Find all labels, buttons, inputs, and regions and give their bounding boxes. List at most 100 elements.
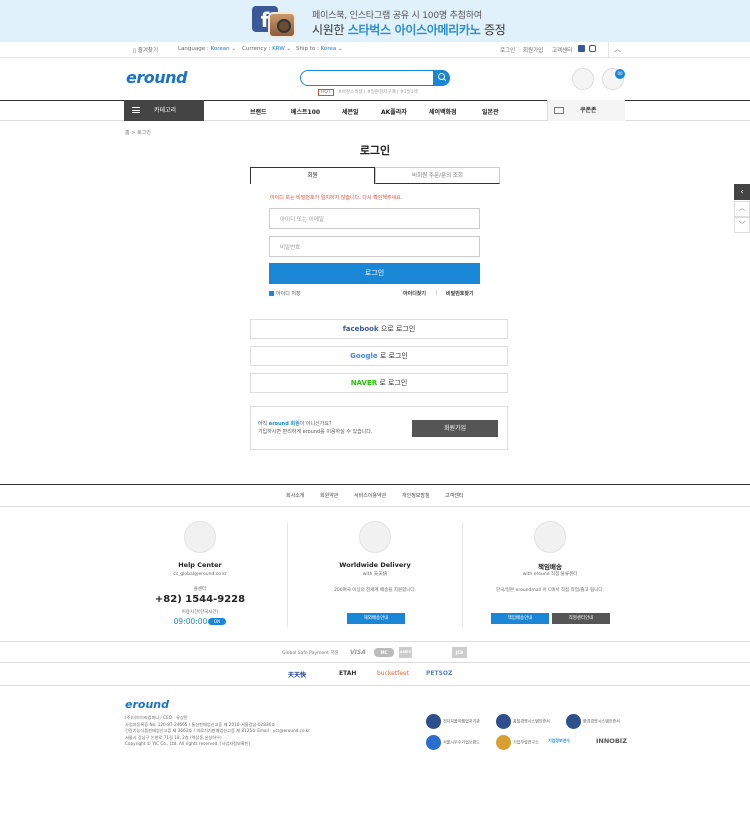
visa-logo: VISA <box>350 649 366 656</box>
join-text: 아직 eround 회원이 아니신가요? 가입하시면 편리하게 eround를 … <box>258 421 373 435</box>
footer-logo: eround <box>125 698 169 711</box>
cert-seal-icon <box>566 714 581 729</box>
search-tags: HOT #바캉스특템 | #일본현지구매 | #1일1책 <box>318 89 418 96</box>
cert-1: 전자지불이행업자기관 <box>426 714 480 729</box>
search-icon[interactable] <box>433 70 450 86</box>
cert-6: 기업정부연수 <box>548 738 571 743</box>
delivery-guide-button[interactable]: 책임배송안내 <box>491 613 549 624</box>
user-icon[interactable] <box>572 68 594 90</box>
partner-etah[interactable]: ETAH <box>339 670 356 677</box>
tag-2[interactable]: #일본현지구매 <box>367 90 396 95</box>
tag-1[interactable]: #바캉스특템 <box>338 90 362 95</box>
footer-link-terms[interactable]: 회원약관 <box>320 492 338 499</box>
login-link[interactable]: 로그인 <box>500 46 515 54</box>
help-clock: 09:00:00 <box>173 617 208 626</box>
join-button[interactable]: 회원가입 <box>412 420 498 437</box>
chevron-up-icon[interactable]: ︿ <box>608 42 626 58</box>
facebook-instagram-logo: f <box>252 6 300 38</box>
instagram-small-icon[interactable] <box>589 45 596 52</box>
instagram-icon <box>268 12 296 38</box>
nav-akplaza[interactable]: AK플라자 <box>381 107 407 116</box>
facebook-wordmark: facebook <box>342 325 379 333</box>
partner-tiantian[interactable]: 天天快 <box>288 670 306 679</box>
payment-label: Global Safe Payment 지원 <box>282 651 339 656</box>
main-nav <box>0 100 750 121</box>
cart-count-badge: 00 <box>615 69 625 79</box>
scroll-bottom-button[interactable]: ﹀ <box>734 217 750 233</box>
tab-guest[interactable]: 비회원 주문/문의 조회 <box>375 167 500 184</box>
tag-3[interactable]: #1일1책 <box>400 90 418 95</box>
tab-member[interactable]: 회원 <box>250 167 375 184</box>
mastercard-logo: MC <box>374 648 394 657</box>
coupon-icon <box>554 107 564 114</box>
login-button[interactable]: 로그인 <box>269 263 480 284</box>
cert-4: 서울시우수기업브랜드 <box>426 735 480 750</box>
status-badge: ON <box>208 618 226 625</box>
search-input[interactable] <box>300 70 450 86</box>
footer-link-company[interactable]: 회사소개 <box>286 492 304 499</box>
partner-petsoz[interactable]: PETSOZ <box>426 670 452 677</box>
error-message: 아이디 또는 비밀번호가 일치하지 않습니다. 다시 확인해주세요. <box>270 195 403 201</box>
bookmark-link[interactable]: ▯ 즐겨찾기 <box>133 46 158 54</box>
language-select[interactable]: Language : Korean ⌄ <box>178 46 236 52</box>
footer-link-service[interactable]: 서비스이용약관 <box>354 492 386 499</box>
find-id-link[interactable]: 아이디찾기 <box>403 290 426 297</box>
breadcrumb-home[interactable]: 홈 <box>125 130 130 136</box>
side-collapse-button[interactable]: ‹ <box>734 184 750 200</box>
nav-sei[interactable]: 세이백화점 <box>429 107 457 116</box>
nav-best100[interactable]: 베스트100 <box>291 107 320 116</box>
globe-icon <box>359 521 391 553</box>
help-center-title: Help Center <box>178 561 222 569</box>
site-logo[interactable]: eround <box>126 68 187 87</box>
worldwide-title: Worldwide Delivery <box>339 561 411 569</box>
jcb-logo: JCB <box>452 647 467 658</box>
footer-link-cs[interactable]: 고객센터 <box>445 492 463 499</box>
cert-seal-icon <box>496 714 511 729</box>
password-input[interactable]: 비밀번호 <box>269 236 480 257</box>
id-input[interactable]: 아이디 또는 이메일 <box>269 208 480 229</box>
google-wordmark: Google <box>350 352 378 360</box>
partner-bucketfeet[interactable]: bucketfeet <box>377 670 409 677</box>
cert-seal-icon <box>426 714 441 729</box>
banner-line1: 페이스북, 인스타그램 공유 시 100명 추첨하여 <box>312 11 482 21</box>
amex-logo: AMEX <box>399 647 412 658</box>
join-link[interactable]: 회원가입 <box>523 46 543 54</box>
cert-2: 품질경영시스템인증서 <box>496 714 550 729</box>
keep-id-checkbox[interactable]: 아이디 저장 <box>269 290 301 297</box>
seoul-brand-icon <box>426 735 441 750</box>
scroll-top-button[interactable]: ︿ <box>734 201 750 217</box>
naver-login-button[interactable]: NAVER 로 로그인 <box>250 373 508 393</box>
nav-japan[interactable]: 일본관 <box>482 107 499 116</box>
box-icon <box>534 521 566 553</box>
hot-badge: HOT <box>318 89 334 96</box>
company-info: (주)이아이씨컴퍼니 / CEO : 유상민 사업자등록증 No. 120-87… <box>125 715 310 747</box>
category-button[interactable]: 카테고리 <box>124 100 204 121</box>
find-password-link[interactable]: 비밀번호찾기 <box>446 290 474 297</box>
banner-line2: 시원한 스타벅스 아이스아메리카노 증정 <box>312 23 506 37</box>
footer-link-privacy[interactable]: 개인정보방침 <box>402 492 430 499</box>
innobiz-logo: INNOBIZ <box>596 737 627 745</box>
lab-icon <box>496 735 511 750</box>
cs-link[interactable]: 고객센터 <box>552 46 572 54</box>
center-guide-button[interactable]: 직영센터안내 <box>552 613 610 624</box>
currency-select[interactable]: Currency : KRW ⌄ <box>242 46 291 52</box>
worldwide-guide-button[interactable]: 해외배송안내 <box>347 613 405 624</box>
coupon-zone-button[interactable]: 쿠폰존 <box>547 100 625 121</box>
nav-seven[interactable]: 세븐일 <box>342 107 359 116</box>
ship-to-select[interactable]: Ship to : Korea ⌄ <box>296 46 343 52</box>
utility-bar: ▯ 즐겨찾기 Language : Korean ⌄ Currency : KR… <box>0 42 750 58</box>
naver-wordmark: NAVER <box>350 379 378 387</box>
breadcrumb: 홈 > 로그인 <box>125 130 151 136</box>
check-icon <box>269 291 274 296</box>
help-email[interactable]: cs_global@eround.co.kr <box>150 572 250 577</box>
promo-banner[interactable]: f 페이스북, 인스타그램 공유 시 100명 추첨하여 시원한 스타벅스 아이… <box>0 0 750 42</box>
cert-3: 환경경영시스템인증서 <box>566 714 620 729</box>
delivery-title: 책임배송 <box>538 563 562 571</box>
nav-brand[interactable]: 브랜드 <box>250 107 267 116</box>
help-phone: +82) 1544-9228 <box>154 594 246 605</box>
facebook-small-icon[interactable] <box>578 45 585 52</box>
menu-icon <box>132 107 140 113</box>
phone-icon <box>184 521 216 553</box>
google-login-button[interactable]: Google 로 로그인 <box>250 346 508 366</box>
facebook-login-button[interactable]: facebook 으로 로그인 <box>250 319 508 339</box>
